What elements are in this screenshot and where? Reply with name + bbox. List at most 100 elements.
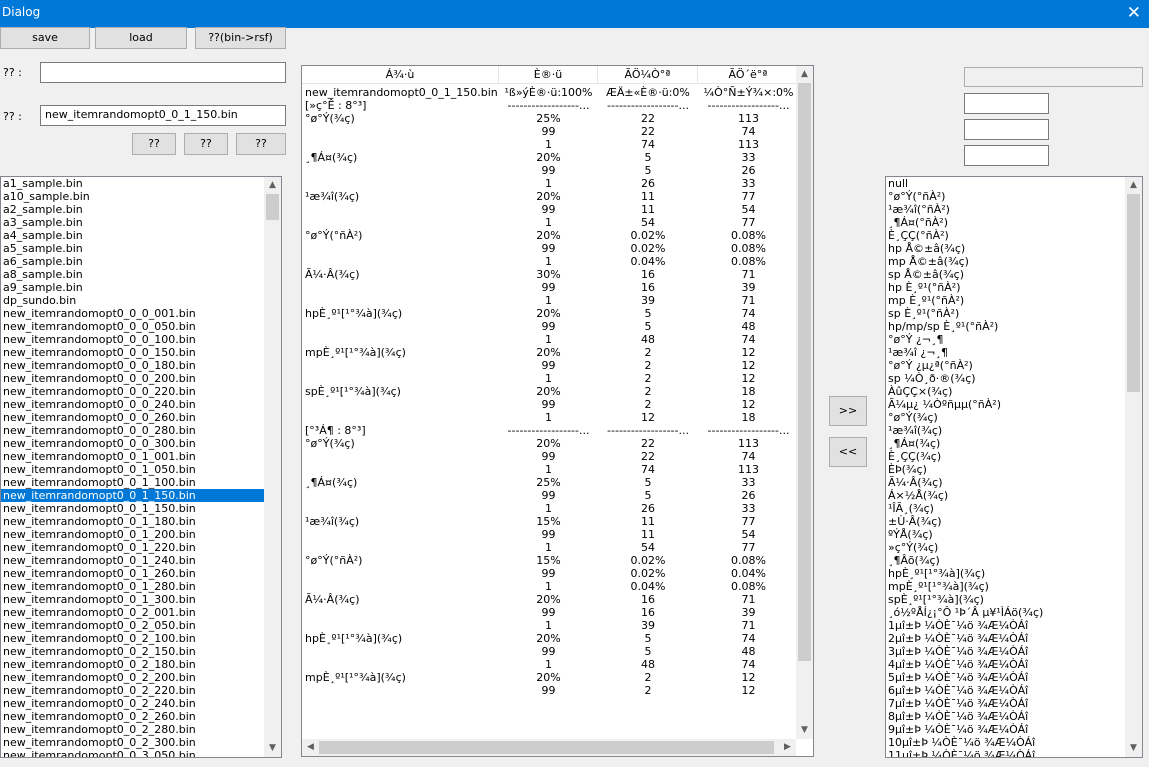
option-list-item[interactable]: hp/mp/sp È¸º¹(°ñÀ²) (886, 320, 1126, 333)
option-list-item[interactable]: È¸ÇÇ(¾ç) (886, 450, 1126, 463)
value-input-1[interactable] (964, 93, 1049, 114)
option-list-item[interactable]: ¸ó½ºÅÍ¿¡°Ô ¹Þ´Â µ¥¹ÌÁö(¾ç) (886, 606, 1126, 619)
column-header-max[interactable]: ÃÖ´ë°ª (698, 66, 799, 83)
file-list-item[interactable]: new_itemrandomopt0_0_2_050.bin (1, 619, 265, 632)
option-list-item[interactable]: ÀûÇÇ×(¾ç) (886, 385, 1126, 398)
option-table[interactable]: Á¾·ù È®·ü ÃÖ¼Ò°ª ÃÖ´ë°ª new_itemrandomop… (301, 65, 814, 757)
table-row[interactable]: Ã¼·Â(¾ç) 20% 16 71 (302, 593, 799, 606)
file-list-item[interactable]: new_itemrandomopt0_0_2_280.bin (1, 723, 265, 736)
table-row[interactable]: ¹æ¾î(¾ç) 15% 11 77 (302, 515, 799, 528)
file-list-item[interactable]: new_itemrandomopt0_0_0_150.bin (1, 346, 265, 359)
file-list-item[interactable]: a6_sample.bin (1, 255, 265, 268)
table-row[interactable]: mpÈ¸º¹[¹°¾à](¾ç) 20% 2 12 (302, 671, 799, 684)
file-list-item[interactable]: new_itemrandomopt0_0_0_200.bin (1, 372, 265, 385)
file-list-item[interactable]: new_itemrandomopt0_0_1_050.bin (1, 463, 265, 476)
file-list-item[interactable]: new_itemrandomopt0_0_1_300.bin (1, 593, 265, 606)
option-list-item[interactable]: ¹æ¾î ¿¬¸¶ (886, 346, 1126, 359)
option-list-item[interactable]: ºÝÅ(¾ç) (886, 528, 1126, 541)
remove-option-button[interactable]: << (829, 437, 867, 467)
file-list-item[interactable]: new_itemrandomopt0_0_2_260.bin (1, 710, 265, 723)
option-list-item[interactable]: ±Ù·Â(¾ç) (886, 515, 1126, 528)
file-list-item[interactable]: new_itemrandomopt0_0_1_150.bin (1, 489, 265, 502)
option-list-item[interactable]: 5µî±Þ ¼ÒÈ¯¼ö ¾Æ¼ÒÁî (886, 671, 1126, 684)
table-row[interactable]: 99 2 12 (302, 398, 799, 411)
scroll-up-icon[interactable]: ▲ (1125, 177, 1142, 194)
file-list-item[interactable]: a10_sample.bin (1, 190, 265, 203)
close-icon[interactable]: ✕ (1127, 3, 1141, 23)
option-list-item[interactable]: Ã¼·Â(¾ç) (886, 476, 1126, 489)
table-row[interactable]: mpÈ¸º¹[¹°¾à](¾ç) 20% 2 12 (302, 346, 799, 359)
file-list-item[interactable]: new_itemrandomopt0_0_3_050.bin (1, 749, 265, 757)
file-list-item[interactable]: new_itemrandomopt0_0_0_260.bin (1, 411, 265, 424)
file-list-item[interactable]: a5_sample.bin (1, 242, 265, 255)
table-row[interactable]: 99 11 54 (302, 203, 799, 216)
option-list-item[interactable]: sp Å©±â(¾ç) (886, 268, 1126, 281)
scroll-thumb[interactable] (798, 83, 811, 661)
table-row[interactable]: °ø°Ý(¾ç) 20% 22 113 (302, 437, 799, 450)
table-row[interactable]: 1 39 71 (302, 294, 799, 307)
file-list-item[interactable]: new_itemrandomopt0_0_0_001.bin (1, 307, 265, 320)
file-list-item[interactable]: new_itemrandomopt0_0_1_001.bin (1, 450, 265, 463)
file-list-item[interactable]: new_itemrandomopt0_0_0_100.bin (1, 333, 265, 346)
table-row[interactable]: ¸¶Á¤(¾ç) 20% 5 33 (302, 151, 799, 164)
save-button[interactable]: save (0, 27, 90, 49)
table-row[interactable]: spÈ¸º¹[¹°¾à](¾ç) 20% 2 18 (302, 385, 799, 398)
file-list-item[interactable]: new_itemrandomopt0_0_0_280.bin (1, 424, 265, 437)
table-row[interactable]: 1 48 74 (302, 658, 799, 671)
filename-input[interactable]: new_itemrandomopt0_0_1_150.bin (40, 105, 286, 126)
table-row[interactable]: hpÈ¸º¹[¹°¾à](¾ç) 20% 5 74 (302, 632, 799, 645)
table-row[interactable]: [°³Á¶ : 8°³] ------------------... -------… (302, 424, 799, 437)
table-row[interactable]: 1 48 74 (302, 333, 799, 346)
value-input-3[interactable] (964, 145, 1049, 166)
file-list-item[interactable]: new_itemrandomopt0_0_2_150.bin (1, 645, 265, 658)
file-list-item[interactable]: new_itemrandomopt0_0_1_150.bin (1, 502, 265, 515)
file-list-item[interactable]: new_itemrandomopt0_0_1_240.bin (1, 554, 265, 567)
file-list-item[interactable]: new_itemrandomopt0_0_1_220.bin (1, 541, 265, 554)
file-list-item[interactable]: new_itemrandomopt0_0_1_260.bin (1, 567, 265, 580)
option-list-item[interactable]: ¹ÎÃ¸(¾ç) (886, 502, 1126, 515)
action-button-2[interactable]: ?? (184, 133, 228, 155)
scroll-up-icon[interactable]: ▲ (264, 177, 281, 194)
file-list-item[interactable]: new_itemrandomopt0_0_0_240.bin (1, 398, 265, 411)
file-list-item[interactable]: new_itemrandomopt0_0_2_001.bin (1, 606, 265, 619)
option-list-item[interactable]: °ø°Ý ¿µ¿ª(°ñÀ²) (886, 359, 1126, 372)
option-list-item[interactable]: mpÈ¸º¹[¹°¾à](¾ç) (886, 580, 1126, 593)
file-list-item[interactable]: new_itemrandomopt0_0_0_180.bin (1, 359, 265, 372)
table-row[interactable]: 99 22 74 (302, 450, 799, 463)
scroll-right-icon[interactable]: ▶ (779, 739, 796, 756)
file-list[interactable]: a1_sample.bin a10_sample.bin a2_sample.bin… (0, 176, 282, 758)
table-row[interactable]: 1 0.04% 0.08% (302, 255, 799, 268)
scroll-left-icon[interactable]: ◀ (302, 739, 319, 756)
table-row[interactable]: 1 54 77 (302, 216, 799, 229)
file-list-item[interactable]: new_itemrandomopt0_0_2_180.bin (1, 658, 265, 671)
table-row[interactable]: 99 5 48 (302, 645, 799, 658)
option-list-item[interactable]: 10µî±Þ ¼ÒÈ¯¼ö ¾Æ¼ÒÁî (886, 736, 1126, 749)
column-header-min[interactable]: ÃÖ¼Ò°ª (598, 66, 698, 83)
option-list-item[interactable]: ¸¶Á¤(°ñÀ²) (886, 216, 1126, 229)
convert-bin-rsf-button[interactable]: ??(bin->rsf) (195, 27, 286, 49)
table-row[interactable]: 99 5 26 (302, 489, 799, 502)
file-list-item[interactable]: a3_sample.bin (1, 216, 265, 229)
table-row[interactable]: Ã¼·Â(¾ç) 30% 16 71 (302, 268, 799, 281)
file-list-item[interactable]: new_itemrandomopt0_0_1_280.bin (1, 580, 265, 593)
option-list-item[interactable]: ÈÞ(¾ç) (886, 463, 1126, 476)
file-list-item[interactable]: new_itemrandomopt0_0_2_100.bin (1, 632, 265, 645)
option-list-item[interactable]: 9µî±Þ ¼ÒÈ¯¼ö ¾Æ¼ÒÁî (886, 723, 1126, 736)
file-list-item[interactable]: a8_sample.bin (1, 268, 265, 281)
table-row[interactable]: new_itemrandomopt0_0_1_150.bin ¹ß»ýÈ®·ü:1… (302, 86, 799, 99)
option-list-item[interactable]: °ø°Ý(°ñÀ²) (886, 190, 1126, 203)
scroll-down-icon[interactable]: ▼ (1125, 740, 1142, 757)
option-list-item[interactable]: 2µî±Þ ¼ÒÈ¯¼ö ¾Æ¼ÒÁî (886, 632, 1126, 645)
scroll-down-icon[interactable]: ▼ (796, 722, 813, 739)
table-row[interactable]: 99 0.02% 0.08% (302, 242, 799, 255)
field-1-input[interactable] (40, 62, 286, 83)
table-row[interactable]: 99 11 54 (302, 528, 799, 541)
option-list-item[interactable]: mp Å©±â(¾ç) (886, 255, 1126, 268)
file-list-item[interactable]: new_itemrandomopt0_0_2_300.bin (1, 736, 265, 749)
table-row[interactable]: 99 22 74 (302, 125, 799, 138)
column-header-type[interactable]: Á¾·ù (302, 66, 499, 83)
table-row[interactable]: °ø°Ý(¾ç) 25% 22 113 (302, 112, 799, 125)
option-list-item[interactable]: ¹æ¾î(°ñÀ²) (886, 203, 1126, 216)
table-row[interactable]: 99 2 12 (302, 684, 799, 697)
option-list-item[interactable]: »ç°Ý(¾ç) (886, 541, 1126, 554)
